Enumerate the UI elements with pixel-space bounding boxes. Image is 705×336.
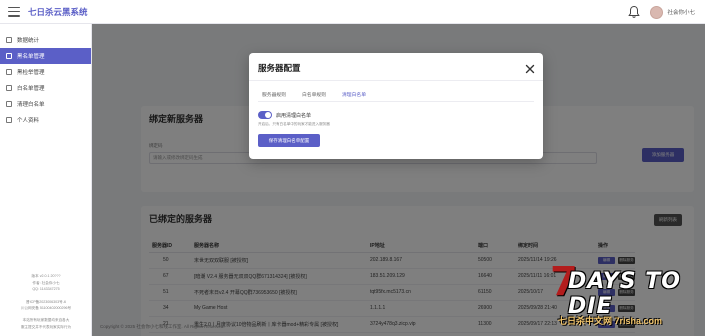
sidebar-item-label: 清理白名单 — [17, 102, 45, 108]
sidebar-item-label: 黑名单管理 — [17, 54, 45, 60]
nav-icon — [6, 101, 12, 107]
sidebar-item[interactable]: 清理白名单 — [0, 96, 91, 112]
sidebar-item[interactable]: 个人资料 — [0, 112, 91, 128]
whitelist-toggle[interactable] — [258, 111, 272, 119]
toggle-description: 开启后，只有白名单中的玩家才能进入服务器 — [258, 122, 330, 126]
sidebar-item[interactable]: 数据统计 — [0, 32, 91, 48]
watermark-title: DAYS TO DIE — [568, 269, 681, 319]
server-config-modal: 服务器配置 服务器规则 白名单规则 清理白名单 启用清理白名单 开启后，只有白名单中… — [249, 53, 543, 159]
watermark-logo: 7 DAYS TO DIE 七日杀中文网 7risha.com — [548, 259, 705, 336]
sidebar-item-label: 个人资料 — [17, 118, 40, 124]
top-right-actions: 社会你小七 — [628, 0, 695, 24]
nav-icon — [6, 85, 12, 91]
bell-icon[interactable] — [628, 5, 641, 19]
toggle-label: 启用清理白名单 — [276, 112, 312, 119]
modal-divider — [249, 80, 543, 81]
top-bar: 七日杀云黑系统 社会你小七 — [0, 0, 705, 24]
user-name: 社会你小七 — [667, 10, 695, 16]
whitelist-toggle-row: 启用清理白名单 — [258, 111, 311, 119]
sidebar-nav: 数据统计黑名单管理黑检举管理白名单管理清理白名单个人资料 — [0, 32, 91, 128]
sidebar-footer-line: 服主提交并不代表玩家实际行为 — [20, 324, 72, 329]
app-brand[interactable]: 七日杀云黑系统 — [28, 6, 88, 18]
sidebar-item-label: 数据统计 — [17, 38, 40, 44]
sidebar-item-label: 白名单管理 — [17, 86, 45, 92]
avatar — [650, 5, 664, 19]
save-config-button[interactable]: 保存清理白名单配置 — [258, 134, 320, 147]
sidebar-item[interactable]: 白名单管理 — [0, 80, 91, 96]
nav-icon — [6, 37, 12, 43]
nav-icon — [6, 69, 12, 75]
sidebar-item-label: 黑检举管理 — [17, 70, 45, 76]
tabs-divider — [258, 101, 534, 102]
sidebar: 数据统计黑名单管理黑检举管理白名单管理清理白名单个人资料 版本 v2.0.1 2… — [0, 24, 92, 336]
user-menu[interactable]: 社会你小七 — [650, 5, 695, 19]
sidebar-item[interactable]: 黑检举管理 — [0, 64, 91, 80]
menu-icon[interactable] — [8, 6, 20, 17]
sidebar-item[interactable]: 黑名单管理 — [0, 48, 91, 64]
nav-icon — [6, 53, 12, 59]
close-icon[interactable] — [525, 61, 535, 74]
nav-icon — [6, 117, 12, 123]
modal-title: 服务器配置 — [258, 63, 301, 73]
sidebar-footer: 版本 v2.0.1 20??? 作者: 社会你小七 QQ: 1143347275 晋I… — [0, 273, 92, 330]
watermark-subtitle: 七日杀中文网 7risha.com — [558, 316, 663, 326]
